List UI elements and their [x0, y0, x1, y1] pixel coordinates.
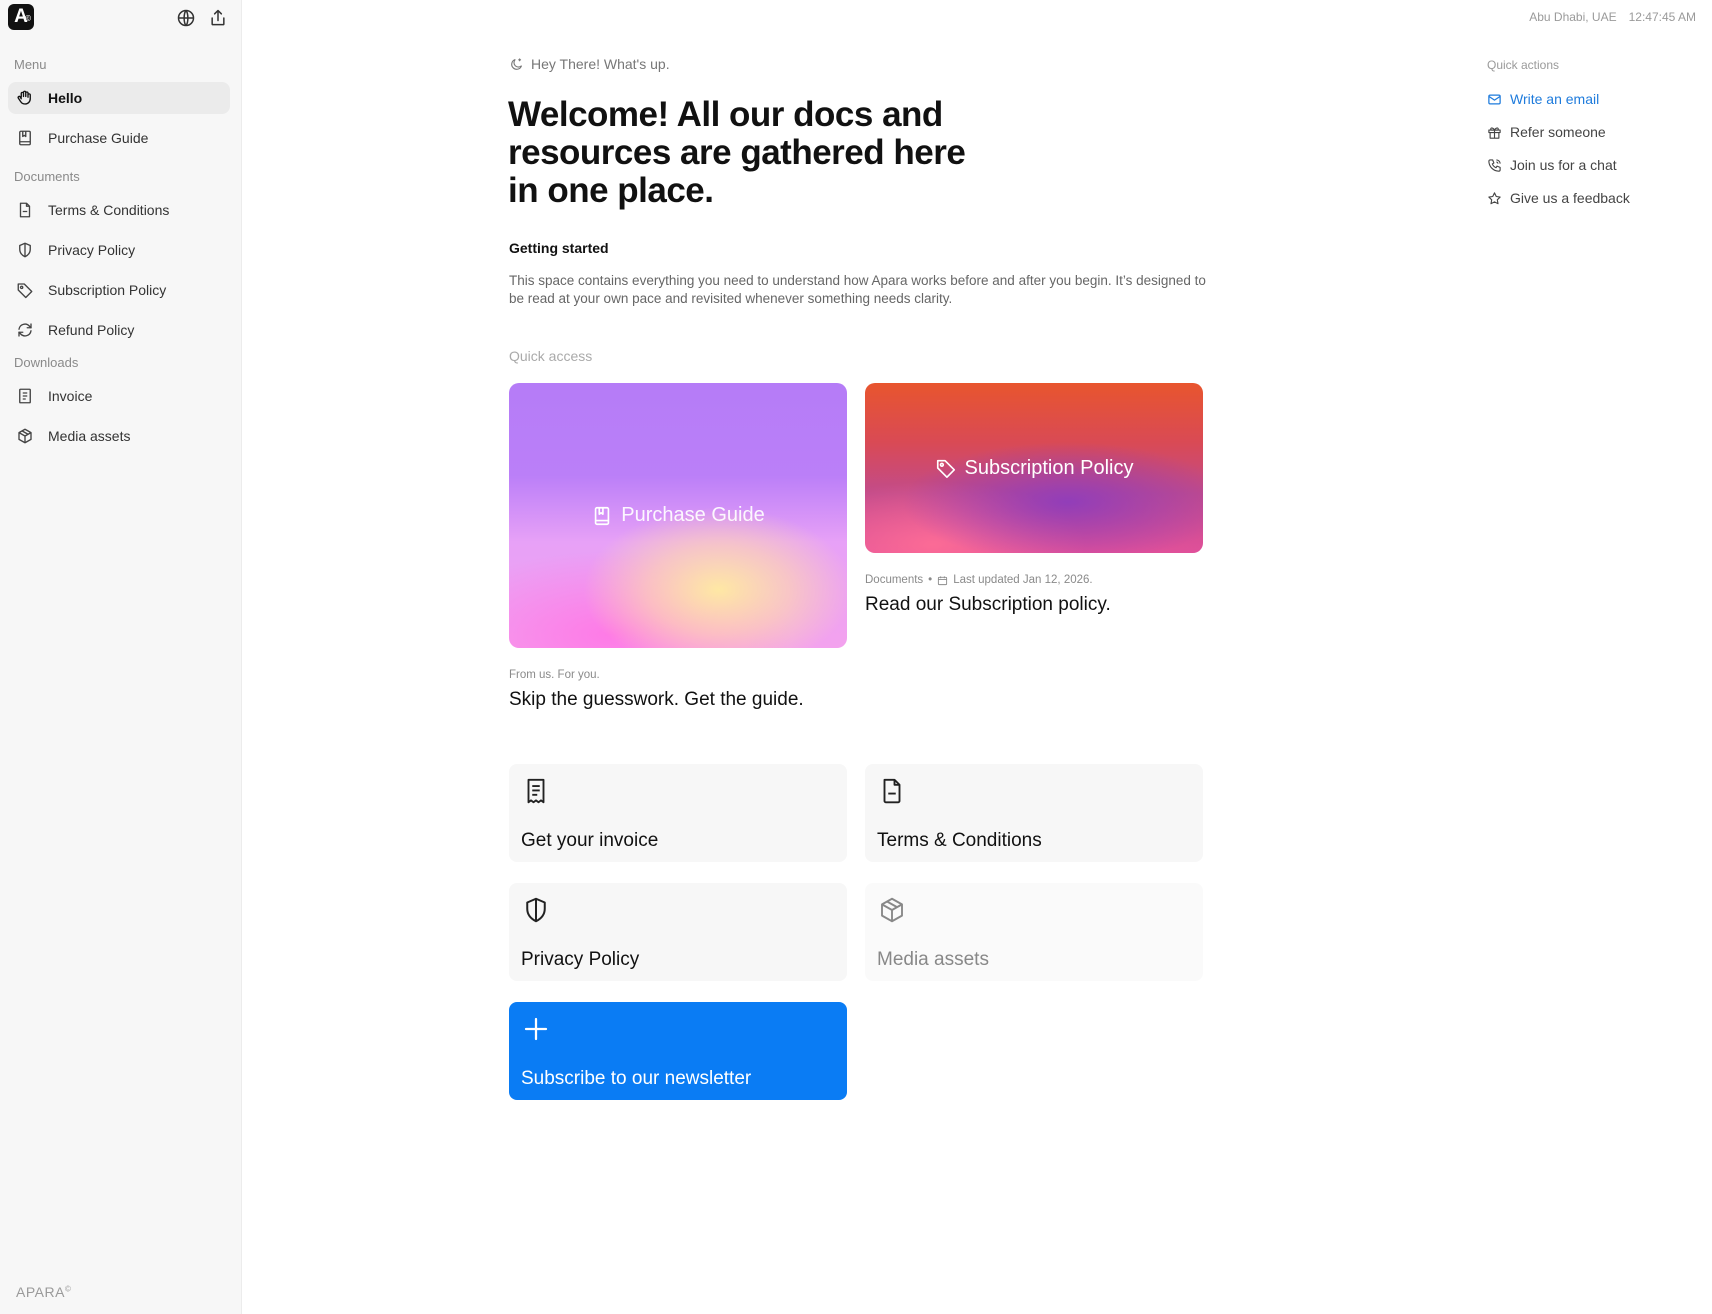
sidebar-item-purchase-guide[interactable]: Purchase Guide: [8, 122, 230, 154]
receipt-icon: [16, 387, 34, 405]
greeting: Hey There! What's up.: [509, 56, 670, 72]
brand-footer: APARA©: [16, 1284, 72, 1300]
sidebar-item-label: Purchase Guide: [48, 130, 149, 146]
shield-icon: [16, 241, 34, 259]
tag-icon: [935, 457, 957, 479]
action-label: Write an email: [1510, 91, 1600, 107]
sidebar-item-label: Subscription Policy: [48, 282, 167, 298]
box-icon: [16, 427, 34, 445]
tile-label: Media assets: [877, 949, 989, 970]
getting-started-title: Getting started: [509, 240, 609, 256]
write-email-action[interactable]: Write an email: [1487, 91, 1599, 107]
purchase-guide-meta-text: From us. For you.: [509, 669, 600, 681]
plus-icon: [521, 1014, 551, 1044]
subscription-policy-meta: Documents • Last updated Jan 12, 2026.: [865, 574, 1093, 586]
tile-label: Subscribe to our newsletter: [521, 1068, 752, 1089]
sidebar-item-label: Media assets: [48, 428, 131, 444]
app-logo[interactable]: A ©: [8, 4, 34, 30]
refer-someone-action[interactable]: Refer someone: [1487, 124, 1606, 140]
gift-icon: [1487, 125, 1502, 140]
sidebar-header: A ©: [8, 4, 234, 34]
location-text: Abu Dhabi, UAE: [1529, 10, 1617, 24]
file-icon: [877, 776, 907, 806]
action-label: Refer someone: [1510, 124, 1606, 140]
sidebar-section-documents: Documents: [14, 169, 80, 184]
file-icon: [16, 201, 34, 219]
star-icon: [1487, 191, 1502, 206]
action-label: Join us for a chat: [1510, 157, 1617, 173]
sidebar-item-media-assets[interactable]: Media assets: [8, 420, 230, 452]
subscription-policy-card-label: Subscription Policy: [964, 456, 1134, 479]
shield-icon: [521, 895, 551, 925]
sidebar-item-privacy[interactable]: Privacy Policy: [8, 234, 230, 266]
sidebar-item-label: Invoice: [48, 388, 93, 404]
subscribe-newsletter-button[interactable]: Subscribe to our newsletter: [509, 1002, 847, 1100]
tile-label: Terms & Conditions: [877, 830, 1042, 851]
book-icon: [16, 129, 34, 147]
sidebar-item-subscription[interactable]: Subscription Policy: [8, 274, 230, 306]
calendar-icon: [937, 575, 948, 586]
receipt-icon: [521, 776, 551, 806]
page-title: Welcome! All our docs and resources are …: [508, 95, 966, 210]
book-icon: [591, 505, 613, 527]
moon-icon: [509, 57, 524, 72]
hand-icon: [16, 89, 34, 107]
location-clock: Abu Dhabi, UAE 12:47:45 AM: [1529, 10, 1696, 24]
sidebar-item-hello[interactable]: Hello: [8, 82, 230, 114]
phone-icon: [1487, 158, 1502, 173]
sidebar-item-label: Privacy Policy: [48, 242, 136, 258]
meta-category: Documents: [865, 574, 924, 586]
mail-icon: [1487, 92, 1502, 107]
purchase-guide-title[interactable]: Skip the guesswork. Get the guide.: [509, 689, 804, 711]
subscription-policy-title[interactable]: Read our Subscription policy.: [865, 594, 1111, 616]
media-assets-tile[interactable]: Media assets: [865, 883, 1203, 981]
quick-actions-title: Quick actions: [1487, 58, 1560, 72]
action-label: Give us a feedback: [1510, 190, 1630, 206]
meta-separator: •: [928, 574, 933, 586]
purchase-guide-card-label: Purchase Guide: [621, 504, 765, 526]
tag-icon: [16, 281, 34, 299]
sidebar-section-menu: Menu: [14, 57, 47, 72]
terms-conditions-tile[interactable]: Terms & Conditions: [865, 764, 1203, 862]
meta-date: Last updated Jan 12, 2026.: [953, 574, 1093, 586]
sidebar-item-label: Refund Policy: [48, 322, 135, 338]
tile-label: Get your invoice: [521, 830, 659, 851]
sidebar-item-label: Hello: [48, 90, 83, 106]
share-icon[interactable]: [208, 8, 228, 28]
quick-access-label: Quick access: [509, 348, 593, 364]
clock-text: 12:47:45 AM: [1628, 10, 1696, 24]
get-invoice-tile[interactable]: Get your invoice: [509, 764, 847, 862]
getting-started-description: This space contains everything you need …: [509, 273, 1206, 306]
sidebar: A © Menu Hello Purchase Guide Documents T…: [0, 0, 242, 1314]
sidebar-item-terms[interactable]: Terms & Conditions: [8, 194, 230, 226]
globe-icon[interactable]: [176, 8, 196, 28]
sidebar-item-refund[interactable]: Refund Policy: [8, 314, 230, 346]
subscription-policy-card[interactable]: Subscription Policy: [865, 383, 1203, 553]
purchase-guide-card[interactable]: Purchase Guide: [509, 383, 847, 648]
sidebar-item-label: Terms & Conditions: [48, 202, 170, 218]
sidebar-item-invoice[interactable]: Invoice: [8, 380, 230, 412]
purchase-guide-meta: From us. For you.: [509, 669, 600, 681]
greeting-text: Hey There! What's up.: [531, 56, 670, 72]
give-feedback-action[interactable]: Give us a feedback: [1487, 190, 1630, 206]
privacy-policy-tile[interactable]: Privacy Policy: [509, 883, 847, 981]
join-chat-action[interactable]: Join us for a chat: [1487, 157, 1617, 173]
sidebar-section-downloads: Downloads: [14, 355, 79, 370]
box-icon: [877, 895, 907, 925]
tile-label: Privacy Policy: [521, 949, 640, 970]
refresh-icon: [16, 321, 34, 339]
